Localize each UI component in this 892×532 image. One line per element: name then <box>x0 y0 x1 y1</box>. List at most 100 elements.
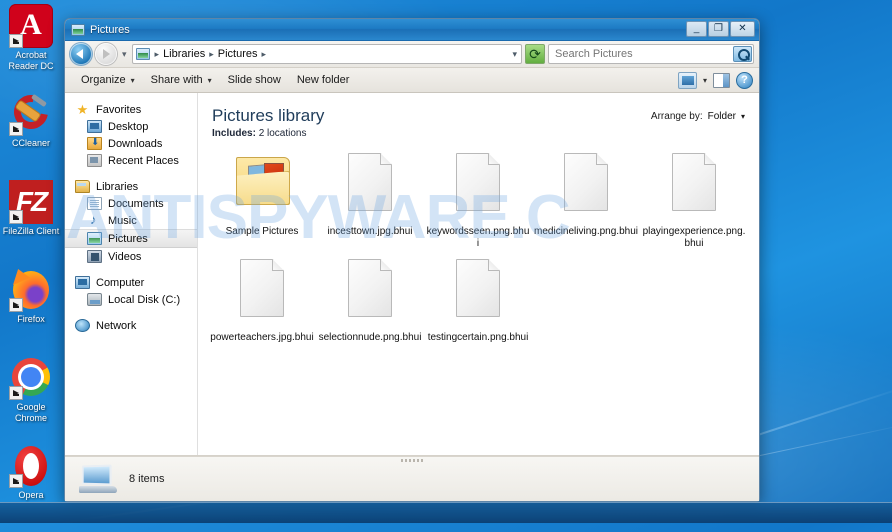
sidebar-item-documents[interactable]: Documents <box>65 195 197 212</box>
file-name: keywordsseen.png.bhui <box>426 226 530 249</box>
back-button[interactable] <box>70 43 92 65</box>
breadcrumb[interactable]: ▸ Libraries ▸ Pictures ▸ ▾ <box>131 44 522 64</box>
sidebar-item-downloads[interactable]: Downloads <box>65 135 197 152</box>
close-icon: ✕ <box>738 23 747 34</box>
sidebar-item-network[interactable]: Network <box>65 317 197 334</box>
breadcrumb-separator[interactable]: ▸ <box>261 49 268 60</box>
view-chevron-down-icon[interactable]: ▾ <box>703 76 707 85</box>
file-item-testingcertain[interactable]: testingcertain.png.bhui <box>424 251 532 346</box>
sidebar-item-music[interactable]: Music <box>65 212 197 229</box>
pictures-icon <box>87 232 102 245</box>
documents-icon <box>87 197 102 210</box>
sidebar-item-label: Pictures <box>108 232 148 245</box>
minimize-button[interactable]: _ <box>686 21 707 37</box>
libraries-icon <box>75 180 90 193</box>
nav-group-network: Network <box>65 317 197 334</box>
organize-button[interactable]: Organize ▾ <box>73 71 143 89</box>
file-item-powerteachers[interactable]: powerteachers.jpg.bhui <box>208 251 316 346</box>
file-item-medicineliving[interactable]: medicineliving.png.bhui <box>532 145 640 251</box>
sidebar-item-pictures[interactable]: Pictures <box>65 229 197 248</box>
slide-show-button[interactable]: Slide show <box>220 71 289 89</box>
breadcrumb-item-libraries[interactable]: Libraries <box>162 48 206 60</box>
blank-document-icon <box>340 151 400 223</box>
file-list-pane[interactable]: Pictures library Includes: 2 locations A… <box>198 93 759 455</box>
breadcrumb-item-pictures[interactable]: Pictures <box>217 48 259 60</box>
change-view-button[interactable] <box>677 71 697 89</box>
star-icon: ★ <box>76 102 89 117</box>
breadcrumb-separator: ▸ <box>154 48 160 59</box>
file-name: medicineliving.png.bhui <box>534 226 638 237</box>
sidebar-item-favorites[interactable]: ★ Favorites <box>65 101 197 118</box>
desktop-icon-google-chrome[interactable]: Google Chrome <box>0 356 62 443</box>
sidebar-item-label: Downloads <box>108 137 163 150</box>
search-box[interactable] <box>548 44 754 64</box>
file-name: incesttown.jpg.bhui <box>327 226 413 237</box>
address-dropdown-icon[interactable]: ▾ <box>512 49 517 60</box>
includes-label: Includes: <box>212 128 256 139</box>
recent-pages-caret-icon[interactable]: ▾ <box>120 49 129 60</box>
search-icon[interactable] <box>733 46 752 62</box>
file-item-selectionnude[interactable]: selectionnude.png.bhui <box>316 251 424 346</box>
opera-icon <box>9 444 53 488</box>
sidebar-item-label: Network <box>96 319 137 332</box>
desktop-icon <box>87 120 102 133</box>
desktop-icon-label: Firefox <box>17 314 45 324</box>
file-item-playingexperience[interactable]: playingexperience.png.bhui <box>640 145 748 251</box>
sidebar-item-recent-places[interactable]: Recent Places <box>65 152 197 169</box>
file-item-keywordsseen[interactable]: keywordsseen.png.bhui <box>424 145 532 251</box>
sidebar-item-libraries[interactable]: Libraries <box>65 178 197 195</box>
arrange-by-control[interactable]: Arrange by: Folder ▾ <box>651 105 745 122</box>
library-header: Pictures library Includes: 2 locations A… <box>198 93 759 139</box>
chevron-down-icon[interactable]: ▾ <box>741 112 745 121</box>
local-disk-icon <box>87 293 102 306</box>
refresh-button[interactable] <box>525 44 545 64</box>
search-input[interactable] <box>555 48 725 60</box>
sidebar-item-videos[interactable]: Videos <box>65 248 197 265</box>
close-button[interactable]: ✕ <box>730 21 755 37</box>
breadcrumb-separator[interactable]: ▸ <box>208 49 215 60</box>
desktop-icon-filezilla[interactable]: FZ FileZilla Client <box>0 180 62 267</box>
sidebar-item-computer[interactable]: Computer <box>65 274 197 291</box>
file-name: Sample Pictures <box>225 226 299 237</box>
address-bar-row: ▾ ▸ Libraries ▸ Pictures ▸ ▾ <box>65 41 759 68</box>
file-item-incesttown[interactable]: incesttown.jpg.bhui <box>316 145 424 251</box>
sidebar-item-local-disk[interactable]: Local Disk (C:) <box>65 291 197 308</box>
network-icon <box>75 319 90 332</box>
desktop-icon-acrobat-reader[interactable]: A Acrobat Reader DC <box>0 4 62 91</box>
firefox-icon <box>9 268 53 312</box>
maximize-button[interactable]: ❐ <box>708 21 729 37</box>
desktop-icon-column: A Acrobat Reader DC CCleaner FZ FileZill… <box>0 4 62 532</box>
share-with-button[interactable]: Share with ▾ <box>143 71 220 89</box>
sidebar-item-label: Local Disk (C:) <box>108 293 181 306</box>
file-grid: Sample Pictures incesttown.jpg.bhui keyw… <box>198 139 759 346</box>
file-name: testingcertain.png.bhui <box>427 332 529 343</box>
forward-button[interactable] <box>95 43 117 65</box>
sidebar-item-label: Favorites <box>96 103 142 116</box>
new-folder-button[interactable]: New folder <box>289 71 358 89</box>
chrome-icon <box>9 356 53 400</box>
status-item-count: 8 items <box>129 473 165 485</box>
sidebar-item-desktop[interactable]: Desktop <box>65 118 197 135</box>
file-item-sample-pictures[interactable]: Sample Pictures <box>208 145 316 251</box>
details-pane: 8 items <box>65 456 759 501</box>
navigation-pane: ★ Favorites Desktop Downloads Recent Pla… <box>65 93 198 455</box>
arrange-by-value[interactable]: Folder <box>708 111 736 122</box>
nav-group-computer: Computer Local Disk (C:) <box>65 274 197 308</box>
folder-icon <box>71 23 85 36</box>
taskbar[interactable] <box>0 502 892 523</box>
desktop-icon-ccleaner[interactable]: CCleaner <box>0 88 62 179</box>
nav-group-favorites: ★ Favorites Desktop Downloads Recent Pla… <box>65 101 197 169</box>
blank-document-icon <box>232 257 292 329</box>
help-icon[interactable] <box>736 71 753 89</box>
preview-pane-button[interactable] <box>713 72 730 88</box>
includes-value[interactable]: 2 locations <box>259 128 307 139</box>
blank-document-icon <box>556 151 616 223</box>
videos-icon <box>87 250 102 263</box>
computer-icon <box>79 464 117 493</box>
explorer-window: Pictures _ ❐ ✕ ▾ ▸ Libraries ▸ Pictures … <box>64 18 760 502</box>
window-titlebar[interactable]: Pictures _ ❐ ✕ <box>65 19 759 41</box>
sidebar-item-label: Music <box>108 214 137 227</box>
sidebar-item-label: Libraries <box>96 180 139 193</box>
desktop-icon-firefox[interactable]: Firefox <box>0 268 62 355</box>
file-name: selectionnude.png.bhui <box>318 332 422 343</box>
